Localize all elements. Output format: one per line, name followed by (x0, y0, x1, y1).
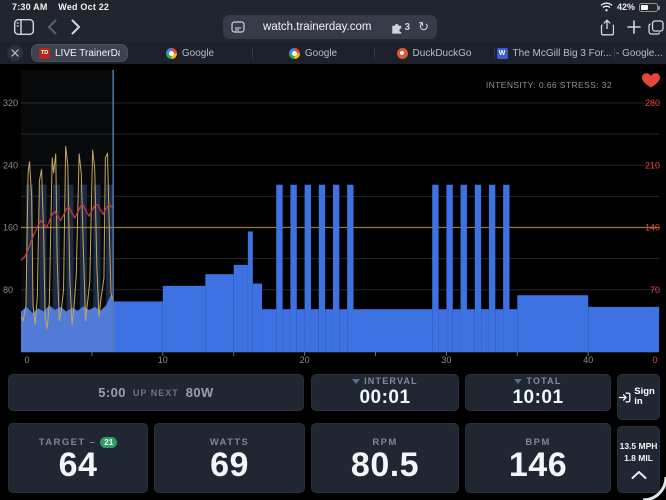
new-tab-button[interactable] (624, 17, 644, 37)
battery-icon (639, 3, 658, 12)
address-bar[interactable]: watch.trainerday.com 3 ↻ (223, 15, 437, 39)
dropdown-icon[interactable] (352, 379, 360, 384)
mcgill-favicon: W (497, 48, 508, 59)
svg-text:30: 30 (441, 355, 451, 365)
target-value: 64 (59, 448, 98, 484)
login-icon (618, 389, 631, 406)
back-button[interactable] (44, 18, 60, 36)
svg-text:240: 240 (3, 160, 18, 170)
url-text: watch.trainerday.com (245, 21, 390, 33)
svg-text:210: 210 (645, 160, 660, 170)
page-settings-icon[interactable] (231, 21, 245, 33)
up-next-power: 80W (186, 385, 214, 400)
trainerday-favicon: TD (39, 48, 50, 59)
tab-duckduckgo[interactable]: DuckDuckGo (374, 42, 494, 64)
bpm-metric-panel: BPM 146 (465, 423, 611, 493)
svg-text:0: 0 (652, 355, 657, 365)
rpm-value: 80.5 (351, 448, 419, 484)
duckduckgo-favicon (397, 48, 408, 59)
target-metric-panel: TARGET – 21 64 (8, 423, 148, 493)
svg-text:160: 160 (3, 223, 18, 233)
wifi-icon (600, 2, 613, 12)
svg-text:80: 80 (3, 285, 13, 295)
intensity-stress-label: INTENSITY: 0.66 STRESS: 32 (486, 80, 612, 90)
svg-text:20: 20 (300, 355, 310, 365)
sidebar-toggle-button[interactable] (12, 16, 36, 38)
status-date: Wed Oct 22 (58, 2, 109, 12)
up-next-panel: 5:00 UP NEXT 80W (8, 374, 304, 411)
tab-label: Google (182, 48, 214, 59)
interval-timer-panel[interactable]: INTERVAL 00:01 (311, 374, 459, 411)
battery-percent: 42% (617, 2, 635, 12)
share-button[interactable] (597, 17, 617, 37)
svg-text:70: 70 (650, 285, 660, 295)
status-time: 7:30 AM (12, 2, 48, 12)
sign-in-label: Sign in (634, 387, 659, 408)
svg-text:320: 320 (3, 98, 18, 108)
interval-value: 00:01 (359, 387, 410, 409)
extension-count: 3 (405, 22, 411, 33)
status-bar: 7:30 AM Wed Oct 22 42% (0, 0, 666, 13)
total-value: 10:01 (512, 387, 563, 409)
distance-value: 1.8 MIL (624, 453, 653, 463)
up-next-label: UP NEXT (133, 388, 179, 398)
up-next-duration: 5:00 (98, 385, 126, 400)
watts-value: 69 (210, 448, 249, 484)
tab-mcgill[interactable]: W The McGill Big 3 For... (494, 42, 614, 64)
reload-icon[interactable]: ↻ (418, 19, 429, 35)
svg-text:140: 140 (645, 223, 660, 233)
tab-label: DuckDuckGo (413, 48, 472, 59)
watts-metric-panel: WATTS 69 (154, 423, 305, 493)
heart-icon (642, 73, 660, 87)
target-badge: 21 (100, 437, 117, 448)
tab-bar: TD LIVE TrainerDay Google Google DuckDuc… (0, 42, 666, 64)
google-favicon (289, 48, 300, 59)
tab-google-partial[interactable]: - Google... (616, 42, 666, 64)
screen: 7:30 AM Wed Oct 22 42% (0, 0, 666, 500)
tab-live-trainerday[interactable]: TD LIVE TrainerDay (31, 44, 128, 62)
dropdown-icon[interactable] (514, 379, 522, 384)
tab-label: LIVE TrainerDay (55, 48, 120, 59)
corner-arc-decoration (634, 468, 666, 500)
forward-button[interactable] (68, 18, 84, 36)
browser-chrome: 7:30 AM Wed Oct 22 42% (0, 0, 666, 64)
tab-label: Google (305, 48, 337, 59)
workout-chart: 80 160 240 320 0 70 140 210 280 0 10 20 30 40 INTENSIT… (0, 66, 666, 368)
google-favicon (166, 48, 177, 59)
interval-label: INTERVAL (364, 376, 418, 386)
total-timer-panel[interactable]: TOTAL 10:01 (465, 374, 611, 411)
svg-text:40: 40 (583, 355, 593, 365)
extensions-puzzle-icon[interactable] (390, 21, 404, 34)
svg-text:280: 280 (645, 98, 660, 108)
svg-text:10: 10 (158, 355, 168, 365)
tab-google-2[interactable]: Google (252, 42, 374, 64)
sign-in-button[interactable]: Sign in (617, 374, 660, 420)
tab-label: The McGill Big 3 For... (513, 48, 612, 59)
tab-label: - Google... (616, 48, 663, 59)
browser-toolbar: watch.trainerday.com 3 ↻ (0, 13, 666, 42)
close-tab-icon[interactable] (7, 45, 23, 61)
trainerday-app: 80 160 240 320 0 70 140 210 280 0 10 20 30 40 INTENSIT… (0, 66, 666, 500)
total-label: TOTAL (526, 376, 561, 386)
tab-google-1[interactable]: Google (128, 42, 252, 64)
rpm-metric-panel: RPM 80.5 (311, 423, 459, 493)
bpm-value: 146 (509, 448, 567, 484)
speed-value: 13.5 MPH (620, 441, 658, 451)
svg-text:0: 0 (24, 355, 29, 365)
tab-overview-button[interactable] (646, 17, 666, 37)
